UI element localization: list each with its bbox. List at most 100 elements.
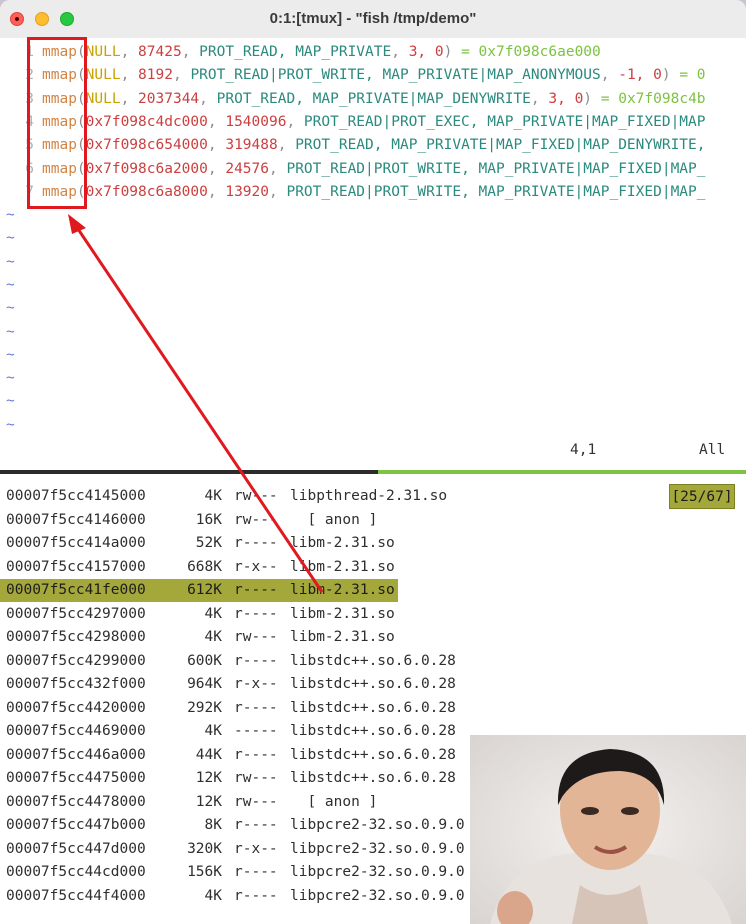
row-address: 00007f5cc4478000: [6, 793, 146, 810]
code-text: mmap(NULL, 8192, PROT_READ|PROT_WRITE, M…: [42, 64, 706, 87]
code-token: 3, 0: [408, 44, 444, 60]
highlighted-memory-row[interactable]: 00007f5cc41fe000 612K r---- libm-2.31.so: [0, 579, 398, 602]
empty-line-marker: ~: [6, 253, 15, 270]
row-address: 00007f5cc41fe000: [6, 582, 146, 598]
memory-row[interactable]: 00007f5cc44f4000 4K r---- libpcre2-32.so.0.…: [0, 885, 465, 908]
row-permissions: r----: [234, 605, 278, 622]
code-token: 0x7f098c6a2000: [85, 160, 208, 177]
row-size: 12K: [195, 793, 222, 810]
memory-row[interactable]: 00007f5cc4297000 4K r---- libm-2.31.so: [0, 603, 420, 626]
code-punct: ,: [600, 67, 619, 84]
code-token: 2037344: [138, 90, 200, 107]
row-permissions: r-x--: [234, 676, 278, 692]
code-token: 1540096: [225, 113, 287, 130]
code-punct: ,: [120, 44, 139, 60]
memory-row[interactable]: 00007f5cc4469000 4K ----- libstdc++.so.6.0.…: [0, 720, 456, 743]
empty-line-marker: ~: [6, 346, 15, 363]
code-token: NULL: [85, 44, 121, 60]
vim-editor-pane[interactable]: 1 mmap(NULL, 87425, PROT_READ, MAP_PRIVAT…: [0, 38, 746, 470]
memory-row[interactable]: 00007f5cc4478000 12K rw--- [ anon ]: [0, 791, 420, 814]
code-punct: ,: [207, 160, 226, 177]
empty-line-marker: ~: [6, 393, 15, 410]
memory-row[interactable]: 00007f5cc4146000 16K rw--- [ anon ]: [0, 509, 420, 532]
row-permissions: rw---: [234, 629, 278, 645]
code-token: -1, 0: [618, 67, 662, 84]
row-permissions: r-x--: [234, 558, 278, 575]
code-punct: ): [583, 90, 601, 107]
row-mapping-name: libstdc++.so.6.0.28: [290, 699, 456, 716]
row-permissions: r----: [234, 864, 278, 880]
memory-row[interactable]: 00007f5cc4157000 668K r-x-- libm-2.31.so: [0, 556, 420, 579]
code-punct: ,: [207, 113, 226, 130]
row-size: 4K: [204, 887, 222, 904]
code-token: = 0x7f098c6ae000: [461, 44, 601, 60]
code-token: 0x7f098c654000: [85, 137, 208, 154]
editor-line: 3 mmap(NULL, 2037344, PROT_READ, MAP_PRIV…: [0, 88, 746, 111]
memory-row[interactable]: 00007f5cc4299000 600K r---- libstdc++.so.6.…: [0, 650, 456, 673]
row-address: 00007f5cc4157000: [6, 558, 146, 575]
memory-row[interactable]: 00007f5cc44cd000 156K r---- libpcre2-32.so.…: [0, 861, 465, 884]
row-size: 12K: [195, 770, 222, 786]
memory-row[interactable]: 00007f5cc414a000 52K r---- libm-2.31.so: [0, 532, 420, 555]
memory-row[interactable]: 00007f5cc4420000 292K r---- libstdc++.so.6.…: [0, 697, 456, 720]
code-text: mmap(NULL, 87425, PROT_READ, MAP_PRIVATE…: [42, 41, 601, 64]
memory-row[interactable]: 00007f5cc447b000 8K r---- libpcre2-32.so.0.…: [0, 814, 465, 837]
memory-row[interactable]: 00007f5cc447d000 320K r-x-- libpcre2-32.so.…: [0, 838, 465, 861]
row-address: 00007f5cc4420000: [6, 699, 146, 716]
row-size: 156K: [187, 864, 222, 880]
code-punct: ,: [207, 137, 226, 154]
code-punct: ): [443, 44, 462, 60]
code-punct: ,: [269, 160, 287, 177]
row-mapping-name: libstdc++.so.6.0.28: [290, 770, 456, 786]
row-permissions: rw---: [234, 770, 278, 786]
code-punct: ,: [120, 90, 139, 107]
memory-row[interactable]: 00007f5cc432f000 964K r-x-- libstdc++.so.6.…: [0, 673, 456, 696]
row-mapping-name: libpcre2-32.so.0.9.0: [290, 864, 465, 880]
row-mapping-name: [ anon ]: [290, 793, 378, 810]
title-bar: 0:1:[tmux] - "fish /tmp/demo": [0, 0, 746, 39]
row-permissions: rw---: [234, 488, 278, 504]
memory-row[interactable]: 00007f5cc4145000 4K rw--- libpthread-2.31.s…: [0, 485, 447, 508]
row-permissions: -----: [234, 723, 278, 739]
row-address: 00007f5cc414a000: [6, 535, 146, 551]
row-permissions: r-x--: [234, 840, 278, 857]
row-mapping-name: libm-2.31.so: [290, 582, 395, 598]
row-address: 00007f5cc44cd000: [6, 864, 146, 880]
memory-row[interactable]: 00007f5cc446a000 44K r---- libstdc++.so.6.0…: [0, 744, 456, 767]
row-mapping-name: libpcre2-32.so.0.9.0: [290, 840, 465, 857]
memory-row[interactable]: 00007f5cc4475000 12K rw--- libstdc++.so.6.0…: [0, 767, 456, 790]
row-address: 00007f5cc447b000: [6, 817, 146, 833]
code-token: 24576: [225, 160, 269, 177]
row-size: 8K: [204, 817, 222, 833]
code-text: mmap(0x7f098c654000, 319488, PROT_READ, …: [42, 134, 706, 157]
row-mapping-name: libstdc++.so.6.0.28: [290, 723, 456, 739]
terminal-window: 0:1:[tmux] - "fish /tmp/demo" 1 mmap(NULL…: [0, 0, 746, 924]
code-token: PROT_READ|PROT_WRITE, MAP_PRIVATE|MAP_AN…: [190, 67, 601, 84]
editor-line: 7 mmap(0x7f098c6a8000, 13920, PROT_READ|P…: [0, 181, 746, 204]
code-token: = 0x7f098c4b: [600, 90, 706, 107]
code-punct: ,: [286, 113, 304, 130]
code-token: NULL: [85, 90, 121, 107]
row-mapping-name: libm-2.31.so: [290, 605, 395, 622]
empty-line-marker: ~: [6, 416, 15, 433]
cursor-position: 4,1: [570, 442, 597, 458]
code-token: PROT_READ, MAP_PRIVATE|MAP_DENYWRITE: [216, 90, 531, 107]
code-token: PROT_READ, MAP_PRIVATE: [199, 44, 392, 60]
row-address: 00007f5cc447d000: [6, 840, 146, 857]
code-punct: ,: [277, 137, 296, 154]
memory-row[interactable]: 00007f5cc4298000 4K rw--- libm-2.31.so: [0, 626, 420, 649]
row-permissions: r----: [234, 652, 278, 669]
row-size: 668K: [187, 558, 222, 575]
row-permissions: r----: [234, 746, 278, 763]
row-mapping-name: libpthread-2.31.so: [290, 488, 448, 504]
empty-line-marker: ~: [6, 230, 15, 247]
row-address: 00007f5cc4146000: [6, 511, 146, 528]
editor-line: 5 mmap(0x7f098c654000, 319488, PROT_READ,…: [0, 134, 746, 157]
row-address: 00007f5cc4298000: [6, 629, 146, 645]
row-address: 00007f5cc4297000: [6, 605, 146, 622]
row-address: 00007f5cc446a000: [6, 746, 146, 763]
editor-line: 2 mmap(NULL, 8192, PROT_READ|PROT_WRITE, …: [0, 64, 746, 87]
row-size: 4K: [204, 605, 222, 622]
code-punct: ,: [530, 90, 549, 107]
code-text: mmap(NULL, 2037344, PROT_READ, MAP_PRIVA…: [42, 88, 706, 111]
